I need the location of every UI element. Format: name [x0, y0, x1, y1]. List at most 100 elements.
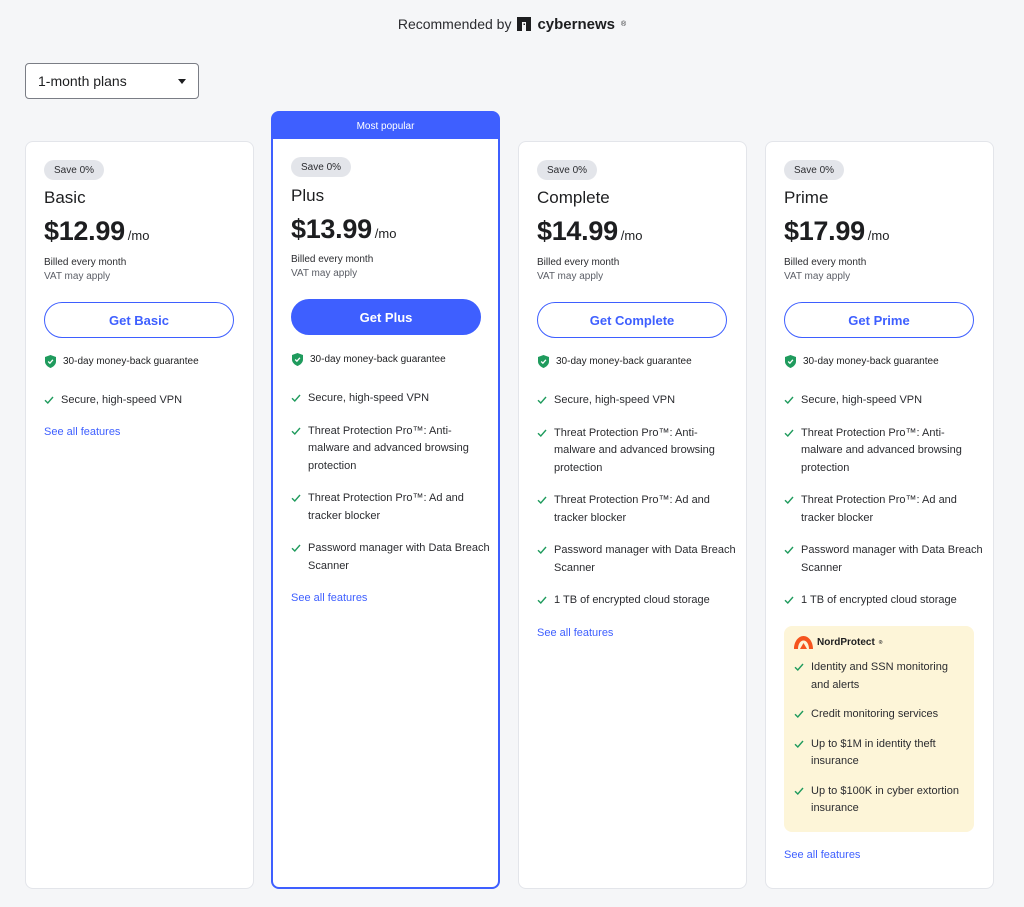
billing-info: Billed every month VAT may apply: [784, 256, 866, 284]
feature-text: Password manager with Data Breach Scanne…: [801, 544, 983, 574]
price-amount: $14.99: [537, 216, 618, 246]
check-icon: [537, 429, 547, 437]
feature-text: Secure, high-speed VPN: [308, 392, 430, 404]
get-basic-button[interactable]: Get Basic: [44, 302, 234, 338]
feature-item: Secure, high-speed VPN: [784, 392, 984, 410]
feature-text: Password manager with Data Breach Scanne…: [308, 542, 490, 572]
get-plus-button[interactable]: Get Plus: [291, 299, 481, 335]
feature-text: Threat Protection Pro™: Anti-malware and…: [554, 426, 715, 474]
feature-text: Threat Protection Pro™: Ad and tracker b…: [308, 492, 464, 522]
billing-info: Billed every month VAT may apply: [537, 256, 619, 284]
check-icon: [784, 396, 794, 405]
price-unit: /mo: [127, 228, 150, 243]
price-amount: $13.99: [291, 214, 372, 244]
feature-item: Up to $100K in cyber extortion insurance: [794, 783, 964, 818]
feature-item: Secure, high-speed VPN: [291, 390, 491, 408]
feature-item: 1 TB of encrypted cloud storage: [784, 592, 984, 610]
get-prime-button[interactable]: Get Prime: [784, 302, 974, 338]
feature-item: Threat Protection Pro™: Ad and tracker b…: [291, 490, 491, 525]
feature-text: Secure, high-speed VPN: [554, 394, 676, 406]
feature-text: Secure, high-speed VPN: [61, 394, 183, 406]
feature-item: Threat Protection Pro™: Ad and tracker b…: [784, 492, 984, 527]
see-all-features-link[interactable]: See all features: [44, 426, 120, 438]
recommended-label: Recommended by: [397, 16, 512, 32]
check-icon: [784, 496, 794, 505]
nordprotect-brand: NordProtect: [817, 637, 875, 648]
vat-note: VAT may apply: [44, 271, 111, 282]
check-icon: [794, 740, 804, 748]
billing-period: Billed every month: [44, 257, 127, 268]
nordprotect-logo-icon: [794, 636, 813, 649]
nordprotect-registered-mark: ®: [878, 639, 883, 646]
feature-item: Secure, high-speed VPN: [537, 392, 737, 410]
see-all-features-link[interactable]: See all features: [784, 849, 860, 861]
plan-name: Complete: [537, 188, 610, 207]
feature-item: 1 TB of encrypted cloud storage: [537, 592, 737, 610]
feature-text: Threat Protection Pro™: Anti-malware and…: [308, 424, 469, 472]
feature-text: Threat Protection Pro™: Anti-malware and…: [801, 426, 962, 474]
feature-list: Secure, high-speed VPN Threat Protection…: [291, 390, 491, 575]
money-back-guarantee: 30-day money-back guarantee: [538, 355, 692, 368]
price-unit: /mo: [374, 226, 397, 241]
feature-item: Threat Protection Pro™: Anti-malware and…: [291, 423, 491, 476]
plan-name: Basic: [44, 188, 86, 207]
nordprotect-logo: NordProtect ®: [794, 636, 964, 649]
price-amount: $17.99: [784, 216, 865, 246]
get-complete-button[interactable]: Get Complete: [537, 302, 727, 338]
save-badge: Save 0%: [291, 157, 352, 177]
feature-item: Up to $1M in identity theft insurance: [794, 736, 964, 771]
feature-list: Secure, high-speed VPN Threat Protection…: [784, 392, 984, 610]
most-popular-banner: Most popular: [271, 111, 500, 141]
plan-name: Prime: [784, 188, 829, 207]
shield-check-icon: [292, 353, 303, 366]
feature-item: Password manager with Data Breach Scanne…: [291, 540, 491, 575]
feature-text: Threat Protection Pro™: Ad and tracker b…: [554, 494, 710, 524]
cybernews-brand: cybernews: [537, 15, 615, 33]
check-icon: [291, 544, 301, 553]
vat-note: VAT may apply: [784, 271, 851, 282]
check-icon: [537, 546, 547, 555]
cybernews-registered-mark: ®: [621, 20, 627, 28]
feature-text: Up to $1M in identity theft insurance: [811, 737, 936, 768]
plan-duration-select[interactable]: 1-month plans: [25, 63, 199, 99]
save-badge: Save 0%: [537, 160, 598, 180]
feature-text: Threat Protection Pro™: Ad and tracker b…: [801, 494, 957, 524]
feature-text: Password manager with Data Breach Scanne…: [554, 544, 736, 574]
money-back-guarantee: 30-day money-back guarantee: [785, 355, 939, 368]
shield-check-icon: [785, 355, 796, 368]
feature-item: Secure, high-speed VPN: [44, 392, 244, 410]
cybernews-logo: cybernews ®: [517, 16, 626, 33]
feature-item: Threat Protection Pro™: Ad and tracker b…: [537, 492, 737, 527]
shield-check-icon: [538, 355, 549, 368]
guarantee-label: 30-day money-back guarantee: [63, 356, 199, 367]
check-icon: [44, 396, 54, 405]
vat-note: VAT may apply: [537, 271, 604, 282]
feature-text: 1 TB of encrypted cloud storage: [554, 594, 710, 606]
guarantee-label: 30-day money-back guarantee: [556, 356, 692, 367]
check-icon: [794, 663, 804, 672]
check-icon: [784, 429, 794, 437]
plan-price: $17.99 /mo: [784, 216, 889, 247]
check-icon: [794, 710, 804, 719]
check-icon: [784, 546, 794, 555]
price-unit: /mo: [620, 228, 643, 243]
see-all-features-link[interactable]: See all features: [537, 627, 613, 639]
check-icon: [291, 394, 301, 403]
money-back-guarantee: 30-day money-back guarantee: [292, 353, 446, 366]
plan-name: Plus: [291, 186, 325, 205]
feature-text: Secure, high-speed VPN: [801, 394, 923, 406]
check-icon: [291, 494, 301, 503]
check-icon: [291, 427, 301, 435]
see-all-features-link[interactable]: See all features: [291, 592, 367, 604]
feature-text: Identity and SSN monitoring and alerts: [811, 661, 948, 691]
check-icon: [537, 596, 547, 605]
check-icon: [794, 787, 804, 795]
price-amount: $12.99: [44, 216, 125, 246]
shield-check-icon: [45, 355, 56, 368]
guarantee-label: 30-day money-back guarantee: [310, 354, 446, 365]
recommended-by: Recommended by cybernews ®: [0, 12, 1024, 36]
billing-period: Billed every month: [784, 257, 867, 268]
check-icon: [537, 396, 547, 405]
feature-item: Password manager with Data Breach Scanne…: [784, 542, 984, 577]
save-badge: Save 0%: [784, 160, 845, 180]
